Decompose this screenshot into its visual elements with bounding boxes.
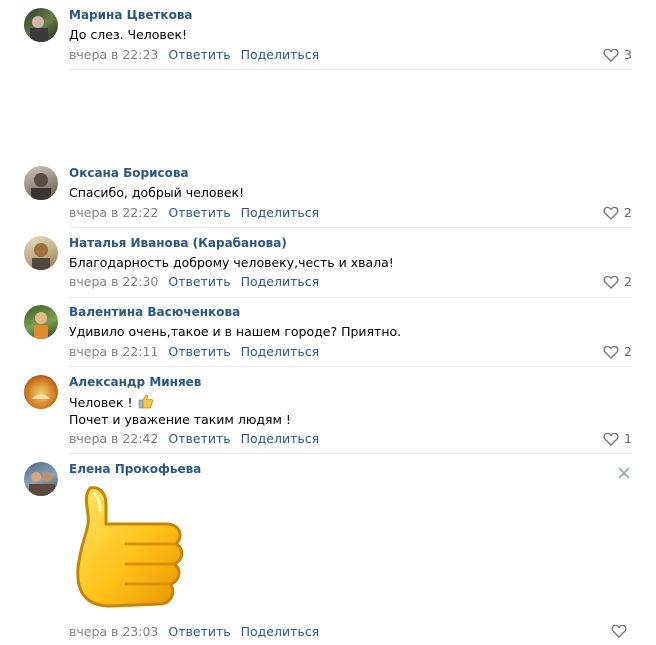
heart-icon: [603, 432, 619, 446]
like-button[interactable]: 2: [603, 274, 632, 289]
avatar[interactable]: [24, 236, 58, 270]
share-link[interactable]: Поделиться: [241, 431, 320, 446]
separator: [69, 453, 632, 454]
share-link[interactable]: Поделиться: [241, 274, 320, 289]
close-icon: [618, 467, 630, 479]
avatar[interactable]: [24, 305, 58, 339]
separator: [69, 366, 632, 367]
avatar-photo: [32, 243, 50, 270]
avatar-photo: [32, 394, 50, 399]
comment-date[interactable]: вчера в 23:03: [69, 624, 158, 639]
comment-date[interactable]: вчера в 22:42: [69, 431, 158, 446]
comment-meta: вчера в 22:22 Ответить Поделиться: [69, 205, 319, 220]
comment-text: Почет и уважение таким людям !: [69, 412, 291, 427]
comment: Валентина Васюченкова Удивило очень,тако…: [24, 305, 632, 367]
reply-link[interactable]: Ответить: [168, 344, 230, 359]
comment: Марина Цветкова До слез. Человек! вчера …: [24, 8, 632, 70]
comment-text: До слез. Человек!: [69, 27, 188, 42]
thumbs-up-sticker: [76, 486, 184, 608]
like-count: 2: [624, 205, 632, 220]
comment-meta: вчера в 22:23 Ответить Поделиться: [69, 47, 319, 62]
like-button[interactable]: [611, 624, 632, 638]
comment-meta: вчера в 22:11 Ответить Поделиться: [69, 344, 319, 359]
comment-text: Удивило очень,такое и в нашем городе? Пр…: [69, 324, 402, 339]
comment: Елена Прокофьева вчера в 23:03 Ответить …: [24, 462, 632, 642]
heart-icon: [611, 624, 627, 638]
comment-date[interactable]: вчера в 22:23: [69, 47, 158, 62]
avatar[interactable]: [24, 375, 58, 409]
comment-text: Благодарность доброму человеку,честь и х…: [69, 255, 394, 270]
like-button[interactable]: 1: [603, 431, 632, 446]
like-button[interactable]: 2: [603, 205, 632, 220]
delete-button[interactable]: [618, 464, 630, 483]
separator: [69, 69, 632, 70]
comment-author[interactable]: Оксана Борисова: [69, 166, 189, 180]
separator: [69, 227, 632, 228]
heart-icon: [603, 275, 619, 289]
comment-author[interactable]: Наталья Иванова (Карабанова): [69, 236, 287, 250]
share-link[interactable]: Поделиться: [241, 47, 320, 62]
comment-author[interactable]: Валентина Васюченкова: [69, 305, 240, 319]
heart-icon: [603, 206, 619, 220]
share-link[interactable]: Поделиться: [241, 624, 320, 639]
avatar-photo: [34, 312, 48, 339]
like-button[interactable]: 3: [603, 47, 632, 62]
comment-date[interactable]: вчера в 22:11: [69, 344, 158, 359]
comment-meta: вчера в 22:30 Ответить Поделиться: [69, 274, 319, 289]
avatar[interactable]: [24, 8, 58, 42]
avatar-photo: [30, 16, 48, 42]
comment-author[interactable]: Марина Цветкова: [69, 8, 193, 22]
reply-link[interactable]: Ответить: [168, 47, 230, 62]
avatar-photo: [29, 472, 55, 496]
reply-link[interactable]: Ответить: [168, 624, 230, 639]
share-link[interactable]: Поделиться: [241, 205, 320, 220]
avatar[interactable]: [24, 166, 58, 200]
reply-link[interactable]: Ответить: [168, 274, 230, 289]
heart-icon: [603, 48, 619, 62]
like-count: 1: [624, 431, 632, 446]
like-count: 2: [624, 344, 632, 359]
reply-link[interactable]: Ответить: [168, 205, 230, 220]
comment-author[interactable]: Елена Прокофьева: [69, 462, 201, 476]
comment-date[interactable]: вчера в 22:30: [69, 274, 158, 289]
share-link[interactable]: Поделиться: [241, 344, 320, 359]
comment-author[interactable]: Александр Миняев: [69, 375, 201, 389]
reply-link[interactable]: Ответить: [168, 431, 230, 446]
comment-date[interactable]: вчера в 22:22: [69, 205, 158, 220]
comment-text: Человек !: [69, 394, 154, 410]
comment: Оксана Борисова Спасибо, добрый человек!…: [24, 166, 632, 228]
avatar-photo: [31, 173, 51, 200]
thumbs-up-emoji: [139, 394, 154, 409]
comment: Наталья Иванова (Карабанова) Благодарнос…: [24, 236, 632, 298]
comment-meta: вчера в 22:42 Ответить Поделиться: [69, 431, 319, 446]
like-count: 3: [624, 47, 632, 62]
comment: Александр Миняев Человек ! Почет и уваже…: [24, 375, 632, 454]
comment-meta: вчера в 23:03 Ответить Поделиться: [69, 624, 319, 639]
like-count: 2: [624, 274, 632, 289]
avatar[interactable]: [24, 462, 58, 496]
comment-text: Спасибо, добрый человек!: [69, 185, 245, 200]
heart-icon: [603, 345, 619, 359]
comment-text-line: Человек !: [69, 395, 133, 410]
separator: [69, 297, 632, 298]
like-button[interactable]: 2: [603, 344, 632, 359]
